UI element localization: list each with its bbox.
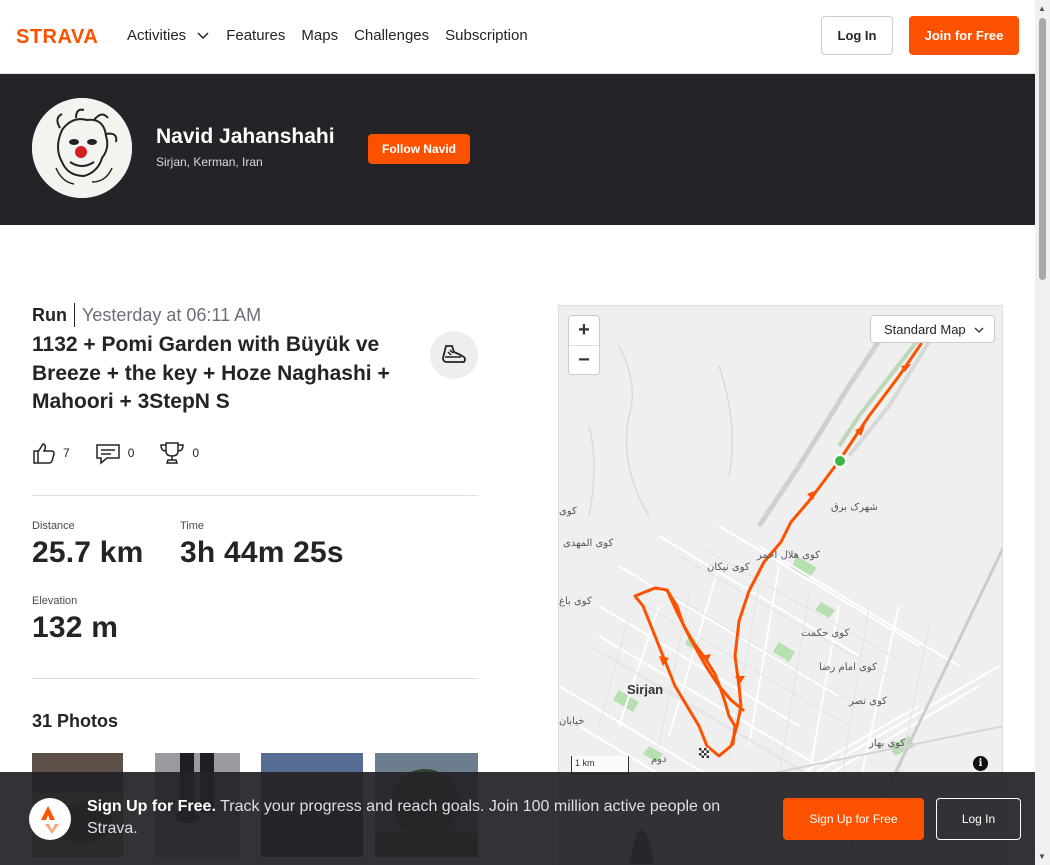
stat-label: Time xyxy=(180,520,205,532)
stat-label: Elevation xyxy=(32,595,78,607)
nav-item-activities[interactable]: Activities xyxy=(127,25,210,45)
athlete-banner: Navid Jahanshahi Sirjan, Kerman, Iran Fo… xyxy=(0,74,1035,225)
strava-badge-icon xyxy=(29,798,71,840)
signup-bold: Sign Up for Free. xyxy=(87,798,216,815)
follow-button[interactable]: Follow Navid xyxy=(368,134,470,164)
page-scrollbar[interactable]: ▲ ▼ xyxy=(1035,0,1050,865)
nav-item-maps[interactable]: Maps xyxy=(301,25,338,45)
strava-logo-text: STRAVA xyxy=(16,26,98,46)
map-label: خیابان xyxy=(559,716,585,727)
scroll-thumb[interactable] xyxy=(1039,18,1046,280)
join-button[interactable]: Join for Free xyxy=(909,16,1019,55)
gear-badge[interactable] xyxy=(430,331,478,379)
divider xyxy=(32,495,478,496)
comments-button[interactable]: 0 xyxy=(95,441,135,465)
map-label: کوی نصر xyxy=(849,696,887,707)
map-label: کوی نیکان xyxy=(707,562,750,573)
top-navigation: STRAVA Activities Features Maps Challeng… xyxy=(0,0,1035,74)
map-label: کوی هلال احمر xyxy=(757,550,820,561)
login-button[interactable]: Log In xyxy=(821,16,893,55)
map-label: کوی امام رضا xyxy=(819,662,877,673)
athlete-location: Sirjan, Kerman, Iran xyxy=(156,155,263,169)
stat-value: 3h 44m 25s xyxy=(180,536,344,569)
scroll-up-arrow-icon[interactable]: ▲ xyxy=(1038,4,1046,13)
stat-label: Distance xyxy=(32,520,75,532)
thumbs-up-icon xyxy=(33,443,55,464)
achievements-count: 0 xyxy=(192,446,200,460)
activity-type: Run xyxy=(32,303,75,327)
strava-logo[interactable]: STRAVA xyxy=(16,26,112,46)
activity-title: 1132 + Pomi Garden with Büyük ve Breeze … xyxy=(32,333,390,413)
map-label: دوم xyxy=(651,754,667,765)
map-type-label: Standard Map xyxy=(884,321,966,337)
signup-button[interactable]: Sign Up for Free xyxy=(783,798,924,840)
avatar[interactable] xyxy=(32,98,132,198)
zoom-in-button[interactable]: + xyxy=(569,316,599,345)
comment-icon xyxy=(95,444,120,465)
kudos-button[interactable]: 7 xyxy=(32,441,70,465)
social-row: 7 0 0 xyxy=(32,441,224,465)
map-city-label: Sirjan xyxy=(627,682,664,697)
zoom-control: + − xyxy=(568,315,600,375)
scroll-down-arrow-icon[interactable]: ▼ xyxy=(1038,852,1046,861)
zoom-out-button[interactable]: − xyxy=(569,345,599,374)
avatar-image xyxy=(32,98,132,198)
running-shoe-icon xyxy=(442,345,466,363)
nav-item-challenges[interactable]: Challenges xyxy=(354,25,429,45)
map-type-select[interactable]: Standard Map xyxy=(870,315,995,343)
stat-time: Time 3h 44m 25s xyxy=(180,520,344,570)
stat-value: 25.7 km xyxy=(32,536,144,569)
stat-value: 132 m xyxy=(32,611,119,644)
athlete-name[interactable]: Navid Jahanshahi xyxy=(156,125,335,149)
strava-chevron-icon xyxy=(41,806,59,834)
stat-distance: Distance 25.7 km xyxy=(32,520,143,570)
map-label: کوی xyxy=(559,506,577,517)
map-label: کوی باغ xyxy=(559,596,592,607)
chevron-down-icon xyxy=(974,327,984,333)
activity-date: Yesterday at 06:11 AM xyxy=(82,305,262,325)
stat-elevation: Elevation 132 m xyxy=(32,595,118,645)
signup-banner: Sign Up for Free. Track your progress an… xyxy=(0,772,1035,865)
nav-item-features[interactable]: Features xyxy=(226,25,285,45)
map-label: کوی بهار xyxy=(869,738,906,749)
signup-message: Sign Up for Free. Track your progress an… xyxy=(87,796,752,840)
nav-item-subscription[interactable]: Subscription xyxy=(445,25,528,45)
achievements-button[interactable]: 0 xyxy=(159,441,199,465)
main-nav: Activities Features Maps Challenges Subs… xyxy=(127,25,544,45)
divider xyxy=(32,678,478,679)
chevron-down-icon xyxy=(197,32,209,40)
map-label: کوی حکمت xyxy=(801,628,850,639)
signup-login-button[interactable]: Log In xyxy=(936,798,1021,840)
map-label: کوی المهدی xyxy=(563,538,614,549)
nav-label: Activities xyxy=(127,26,187,44)
map-label: شهرک برق xyxy=(831,502,878,513)
photos-title: 31 Photos xyxy=(32,711,119,731)
info-icon[interactable]: i xyxy=(973,756,988,771)
activity-header: Run Yesterday at 06:11 AM xyxy=(32,303,261,327)
trophy-icon xyxy=(160,442,185,464)
kudos-count: 7 xyxy=(63,446,70,460)
comments-count: 0 xyxy=(127,446,135,460)
